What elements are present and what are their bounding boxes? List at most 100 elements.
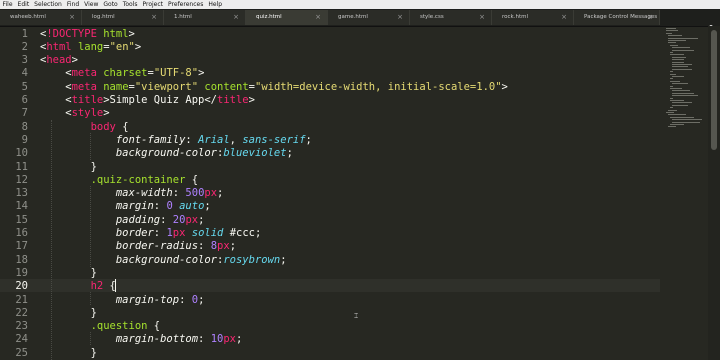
indent-guide: [90, 133, 91, 160]
vertical-scrollbar[interactable]: [708, 26, 720, 360]
minimap-line: [672, 90, 690, 92]
code-line[interactable]: .question {: [40, 320, 161, 333]
tab-log-html[interactable]: log.html ×: [82, 10, 164, 25]
minimap-line: [668, 126, 676, 128]
minimap-line: [672, 56, 686, 58]
tab-game-html[interactable]: game.html ×: [328, 10, 410, 25]
menu-item-file[interactable]: File: [0, 0, 15, 9]
code-line[interactable]: border: 1px solid #ccc;: [40, 227, 261, 240]
code-token: ;: [236, 333, 243, 346]
code-line[interactable]: <style>: [40, 107, 109, 120]
code-line[interactable]: <head>: [40, 54, 78, 67]
line-number: 4: [21, 67, 28, 80]
code-token: >Simple Quiz App</: [103, 94, 218, 106]
close-icon[interactable]: ×: [397, 10, 403, 25]
code-token: ,: [229, 133, 243, 146]
code-line[interactable]: <!DOCTYPE html>: [40, 28, 135, 41]
code-line[interactable]: }: [40, 161, 97, 174]
menu-item-edit[interactable]: Edit: [15, 0, 32, 9]
code-line[interactable]: <meta charset="UTF-8">: [40, 67, 204, 80]
code-line[interactable]: background-color:rosybrown;: [40, 254, 287, 267]
code-token: px: [223, 333, 237, 346]
line-number: 5: [21, 80, 28, 93]
tab-1-html[interactable]: 1.html ×: [164, 10, 246, 25]
menu-item-preferences[interactable]: Preferences: [166, 0, 206, 9]
code-line[interactable]: <html lang="en">: [40, 41, 141, 54]
code-token: :: [153, 200, 167, 213]
scrollbar-thumb[interactable]: [711, 30, 717, 150]
code-token: .quiz-container: [90, 173, 186, 186]
indent-guide: [90, 332, 91, 345]
close-icon[interactable]: ×: [69, 10, 75, 25]
code-line[interactable]: padding: 20px;: [40, 214, 205, 227]
close-icon[interactable]: ×: [561, 10, 567, 25]
close-icon[interactable]: ×: [479, 10, 485, 25]
tab-waheeb-html[interactable]: waheeb.html ×: [0, 10, 82, 25]
code-line[interactable]: margin: 0 auto;: [40, 200, 211, 213]
code-line[interactable]: .quiz-container {: [40, 174, 198, 187]
minimap-line: [666, 112, 674, 113]
code-line[interactable]: max-width: 500px;: [40, 187, 224, 200]
close-icon[interactable]: ×: [151, 10, 157, 25]
code-line[interactable]: border-radius: 8px;: [40, 240, 236, 253]
code-line[interactable]: background-color:blueviolet;: [40, 147, 293, 160]
code-line[interactable]: }: [40, 267, 97, 280]
code-line[interactable]: }: [40, 347, 97, 360]
minimap-line: [670, 78, 673, 80]
line-number: 3: [21, 54, 28, 67]
code-token: margin-bottom: [115, 333, 199, 346]
minimap-line: [668, 35, 682, 37]
code-line[interactable]: margin-top: 0;: [40, 293, 205, 307]
tab-package-control-messages[interactable]: Package Control Messages ×: [574, 10, 660, 25]
minimap-line: [672, 119, 702, 121]
code-line[interactable]: body {: [40, 121, 129, 134]
code-token: solid: [191, 227, 224, 239]
code-token: ;: [229, 240, 237, 253]
text-cursor: [115, 279, 116, 293]
code-line[interactable]: margin-bottom: 10px;: [40, 333, 242, 346]
code-token: :: [179, 293, 192, 306]
tab-rock-html[interactable]: rock.html ×: [492, 10, 574, 25]
code-token: 10: [210, 333, 224, 346]
menu-item-project[interactable]: Project: [140, 0, 166, 9]
code-token: <: [40, 80, 72, 93]
code-line[interactable]: font-family: Arial, sans-serif;: [40, 134, 312, 147]
code-token: >: [501, 80, 508, 93]
close-icon[interactable]: ×: [315, 10, 321, 25]
close-icon[interactable]: ×: [233, 10, 239, 25]
code-line[interactable]: <meta name="viewport" content="width=dev…: [40, 81, 508, 94]
menu-item-view[interactable]: View: [82, 0, 101, 9]
tab-style-css[interactable]: style.css ×: [410, 10, 492, 25]
close-icon[interactable]: ×: [647, 10, 653, 25]
minimap[interactable]: [662, 26, 708, 136]
menu-item-find[interactable]: Find: [64, 0, 81, 9]
minimap-line: [670, 97, 673, 99]
code-token: html: [103, 27, 129, 40]
code-token: >: [248, 94, 255, 106]
indent-guide: [51, 120, 52, 360]
code-token: ;: [204, 200, 211, 213]
mouse-cursor-icon: ⌶: [354, 312, 359, 320]
minimap-line: [670, 80, 680, 82]
menu-item-selection[interactable]: Selection: [32, 0, 65, 9]
line-number: 12: [15, 173, 28, 186]
minimap-line: [670, 107, 673, 109]
line-number: 25: [15, 346, 28, 359]
code-editor[interactable]: <!DOCTYPE html> <html lang="en"> <head> <m…: [40, 26, 660, 360]
code-line[interactable]: <title>Simple Quiz App</title>: [40, 94, 255, 107]
code-token: }: [40, 160, 97, 173]
minimap-line: [672, 61, 684, 63]
menu-item-goto[interactable]: Goto: [101, 0, 120, 9]
menu-item-help[interactable]: Help: [206, 0, 225, 9]
code-line[interactable]: }: [40, 307, 97, 320]
minimap-line: [672, 102, 692, 104]
minimap-line: [668, 37, 698, 39]
minimap-line: [672, 95, 698, 97]
minimap-line: [670, 44, 678, 46]
line-number: 21: [15, 293, 28, 306]
menu-item-tools[interactable]: Tools: [120, 0, 140, 9]
tab-quiz-html[interactable]: quiz.html ×: [246, 10, 328, 25]
line-number: 2: [21, 40, 28, 53]
code-token: >: [71, 54, 78, 67]
